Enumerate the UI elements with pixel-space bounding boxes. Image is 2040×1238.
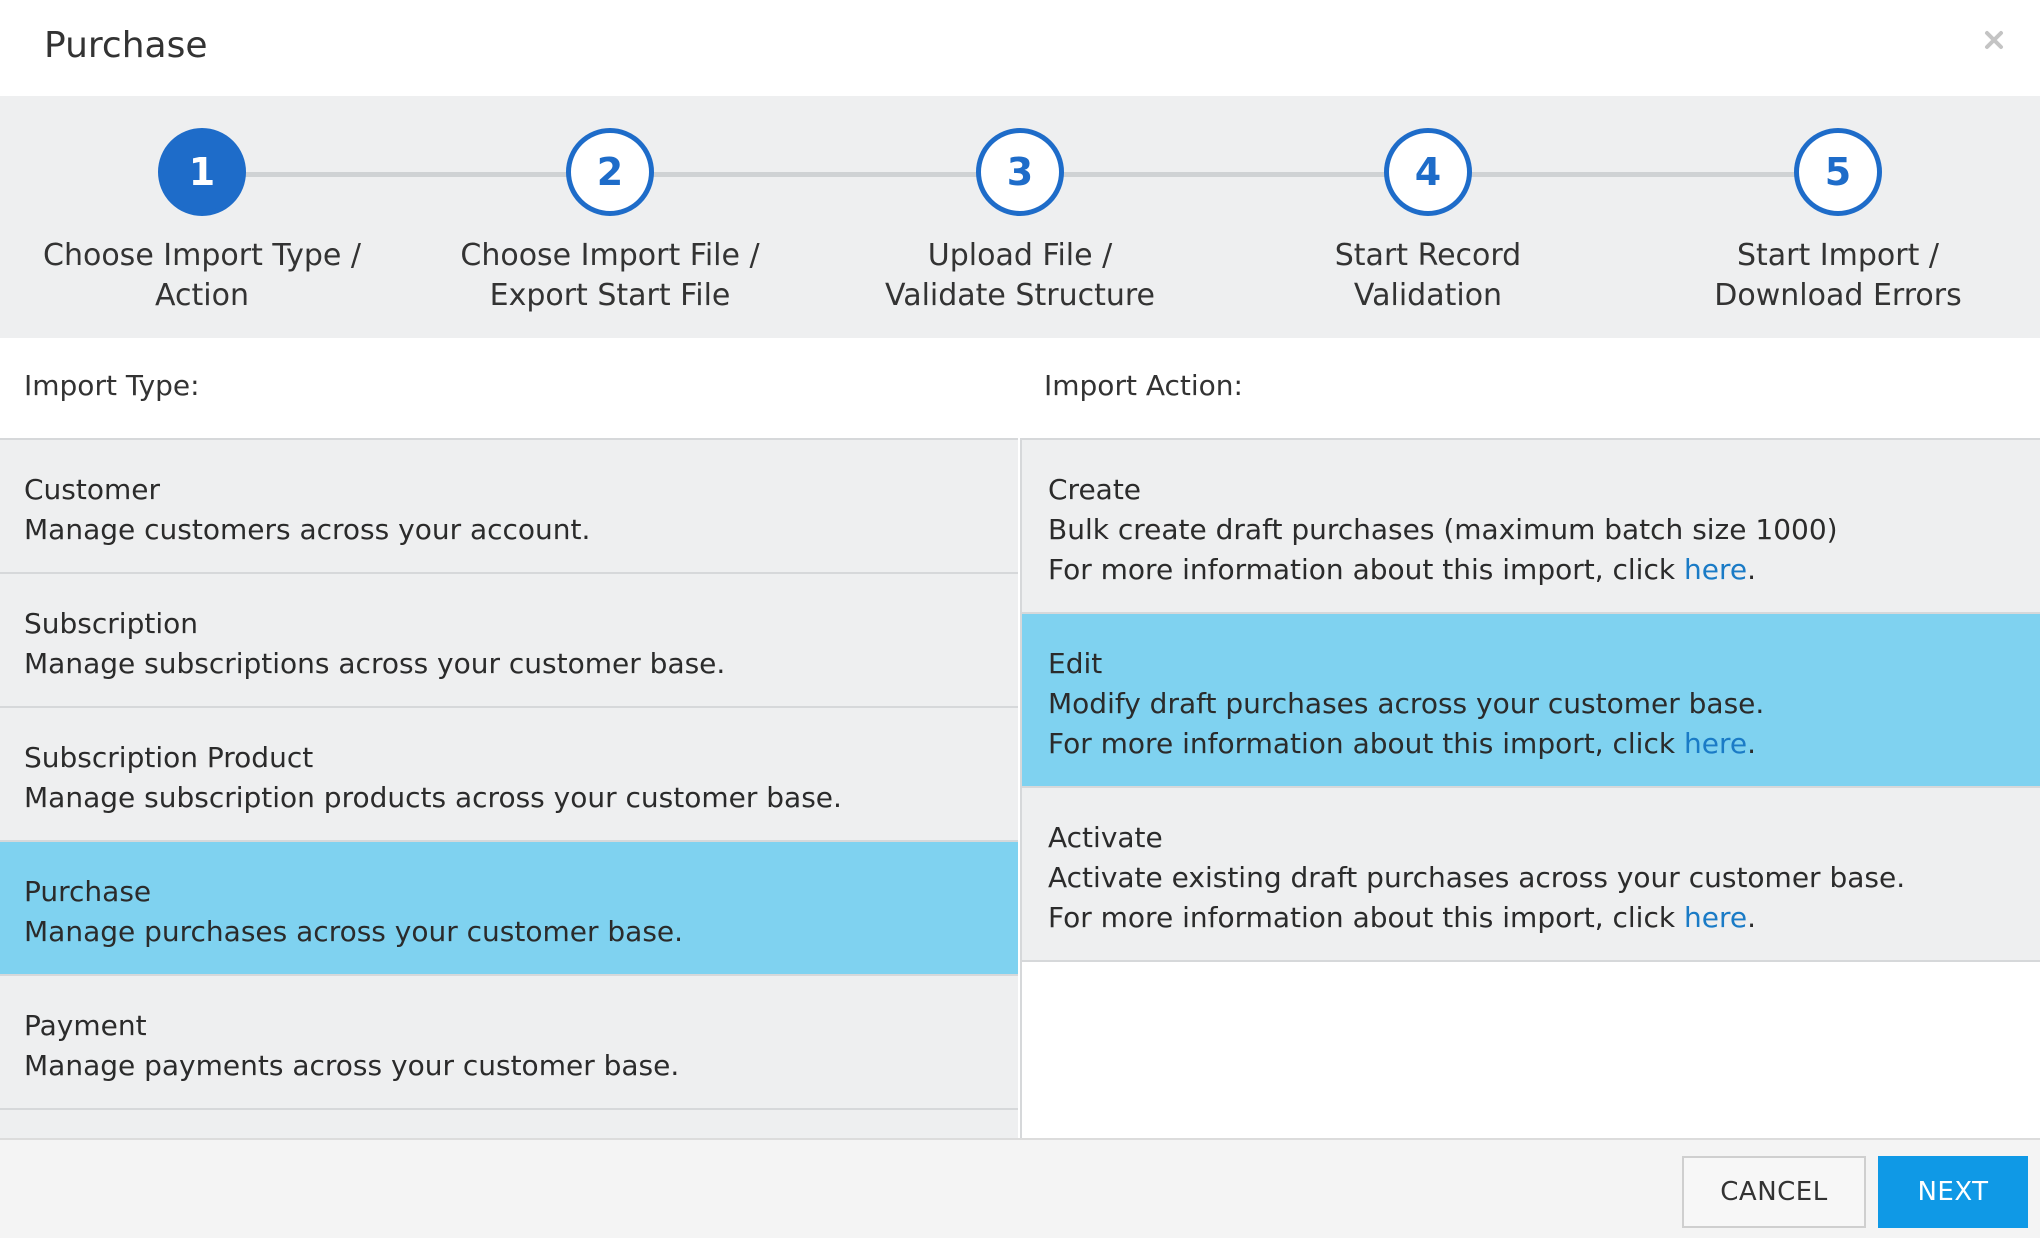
here-link[interactable]: here — [1684, 727, 1747, 760]
cancel-button[interactable]: CANCEL — [1682, 1156, 1866, 1228]
step-label-line: Export Start File — [489, 278, 731, 313]
import-action-item-edit[interactable]: Edit Modify draft purchases across your … — [1022, 614, 2040, 788]
step-label-line: Start Record — [1334, 238, 1522, 273]
step-number: 1 — [158, 128, 246, 216]
import-action-header: Import Action: — [1020, 338, 2040, 440]
import-action-heading: Import Action: — [1044, 369, 1243, 402]
step-number: 4 — [1384, 128, 1472, 216]
item-info-text: For more information about this import, … — [1048, 901, 1756, 934]
step-number: 5 — [1794, 128, 1882, 216]
step-label-line: Action — [155, 278, 249, 313]
step-1: 1 Choose Import Type / Action — [2, 128, 402, 316]
dialog-title: Purchase — [44, 25, 208, 66]
step-label-line: Validation — [1353, 278, 1503, 313]
item-description: Modify draft purchases across your custo… — [1048, 687, 1765, 720]
step-3: 3 Upload File / Validate Structure — [820, 128, 1220, 316]
item-description: Manage payments across your customer bas… — [24, 1049, 680, 1082]
purchase-import-dialog: Purchase 1 Choose Import Type / Action 2… — [0, 0, 2040, 1238]
import-type-item-payment[interactable]: Payment Manage payments across your cust… — [0, 976, 1018, 1110]
dialog-header: Purchase — [0, 0, 2040, 96]
item-description: Manage subscriptions across your custome… — [24, 647, 726, 680]
here-link[interactable]: here — [1684, 901, 1747, 934]
import-type-heading: Import Type: — [24, 369, 200, 402]
import-stepper: 1 Choose Import Type / Action 2 Choose I… — [0, 96, 2040, 338]
item-title: Purchase — [24, 875, 152, 908]
item-description: Activate existing draft purchases across… — [1048, 861, 1906, 894]
step-number: 2 — [566, 128, 654, 216]
item-title: Subscription — [24, 607, 198, 640]
item-description: Manage customers across your account. — [24, 513, 591, 546]
item-description: Manage purchases across your customer ba… — [24, 915, 684, 948]
step-2: 2 Choose Import File / Export Start File — [410, 128, 810, 316]
step-label-line: Choose Import Type / — [43, 238, 361, 273]
import-action-item-create[interactable]: Create Bulk create draft purchases (maxi… — [1022, 440, 2040, 614]
dialog-footer: CANCEL NEXT — [0, 1138, 2040, 1238]
item-description: Manage subscription products across your… — [24, 781, 842, 814]
import-type-item-subscription-product[interactable]: Subscription Product Manage subscription… — [0, 708, 1018, 842]
import-type-header: Import Type: — [0, 338, 1020, 440]
import-action-list[interactable]: Create Bulk create draft purchases (maxi… — [1020, 438, 2040, 1138]
item-title: Subscription Product — [24, 741, 314, 774]
item-info-text: For more information about this import, … — [1048, 553, 1756, 586]
import-type-list[interactable]: Customer Manage customers across your ac… — [0, 438, 1018, 1138]
import-action-item-activate[interactable]: Activate Activate existing draft purchas… — [1022, 788, 2040, 962]
step-label-line: Download Errors — [1714, 278, 1962, 313]
step-4: 4 Start Record Validation — [1228, 128, 1628, 316]
close-button[interactable] — [1974, 20, 2014, 60]
item-title: Edit — [1048, 647, 1103, 680]
item-title: Customer — [24, 473, 161, 506]
step-label-line: Upload File / — [927, 238, 1113, 273]
item-description: Bulk create draft purchases (maximum bat… — [1048, 513, 1838, 546]
step-label-line: Validate Structure — [885, 278, 1155, 313]
step-5: 5 Start Import / Download Errors — [1638, 128, 2038, 316]
import-type-item-customer[interactable]: Customer Manage customers across your ac… — [0, 440, 1018, 574]
step-label-line: Choose Import File / — [460, 238, 760, 273]
step-number: 3 — [976, 128, 1064, 216]
here-link[interactable]: here — [1684, 553, 1747, 586]
next-button[interactable]: NEXT — [1878, 1156, 2028, 1228]
item-title: Activate — [1048, 821, 1163, 854]
close-icon — [1985, 31, 2003, 49]
step-label-line: Start Import / — [1736, 238, 1940, 273]
import-type-item-purchase[interactable]: Purchase Manage purchases across your cu… — [0, 842, 1018, 976]
item-info-text: For more information about this import, … — [1048, 727, 1756, 760]
item-title: Create — [1048, 473, 1142, 506]
item-title: Payment — [24, 1009, 147, 1042]
import-type-item-subscription[interactable]: Subscription Manage subscriptions across… — [0, 574, 1018, 708]
